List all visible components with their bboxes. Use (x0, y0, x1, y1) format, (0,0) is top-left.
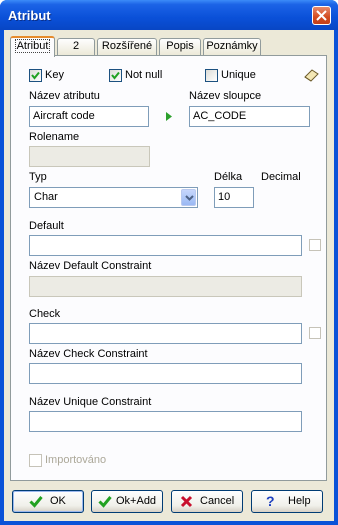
type-select[interactable]: Char (29, 187, 198, 208)
check-input[interactable] (29, 323, 302, 344)
default-side-checkbox[interactable] (309, 239, 321, 251)
check-constraint-label: Název Check Constraint (29, 348, 148, 360)
default-input[interactable] (29, 235, 302, 256)
key-checkbox[interactable] (29, 69, 42, 82)
type-selected-value: Char (34, 191, 58, 203)
tab-popis[interactable]: Popis (159, 38, 201, 55)
close-button[interactable] (312, 6, 331, 25)
help-icon: ? (266, 493, 275, 509)
close-icon (316, 10, 327, 21)
ok-add-button[interactable]: Ok+Add (91, 490, 163, 513)
help-label: Help (288, 495, 311, 507)
title-bar[interactable]: Atribut (0, 0, 338, 30)
unique-constraint-input[interactable] (29, 411, 302, 432)
eraser-icon[interactable] (303, 68, 320, 82)
tab-2[interactable]: 2 (57, 38, 95, 55)
cancel-button[interactable]: Cancel (171, 490, 243, 513)
attr-name-label: Název atributu (29, 90, 100, 102)
imported-label: Importováno (45, 454, 107, 466)
help-button[interactable]: ? Help (251, 490, 323, 513)
checkmark-icon (98, 496, 112, 508)
type-label: Typ (29, 171, 47, 183)
length-label: Délka (214, 171, 243, 183)
default-constraint-label: Název Default Constraint (29, 260, 152, 272)
window-title: Atribut (8, 8, 51, 23)
arrow-right-icon[interactable] (165, 111, 173, 122)
unique-label: Unique (221, 69, 256, 81)
default-label: Default (29, 220, 64, 232)
cross-icon (180, 495, 193, 508)
not-null-label: Not null (125, 69, 163, 81)
checkmark-icon (29, 496, 43, 508)
key-label: Key (45, 69, 64, 81)
dropdown-button[interactable] (181, 189, 196, 206)
check-side-checkbox[interactable] (309, 327, 321, 339)
check-constraint-input[interactable] (29, 363, 302, 384)
default-constraint-input (29, 276, 302, 297)
length-input[interactable]: 10 (214, 187, 254, 208)
check-label: Check (29, 308, 61, 320)
ok-add-label: Ok+Add (116, 495, 157, 507)
ok-label: OK (50, 495, 66, 507)
tab-panel-atribut: Key Not null Unique Název atributu Aircr… (10, 55, 327, 481)
not-null-checkbox[interactable] (109, 69, 122, 82)
dialog-client: Atribut 2 Rozšířené Popis Poznámky Key N… (4, 30, 334, 521)
column-name-label: Název sloupce (189, 90, 262, 102)
dialog-window: Atribut Atribut 2 Rozšířené Popis Poznám… (0, 0, 338, 525)
unique-checkbox[interactable] (205, 69, 218, 82)
unique-constraint-label: Název Unique Constraint (29, 396, 152, 408)
tab-poznamky[interactable]: Poznámky (203, 38, 261, 55)
imported-checkbox (29, 454, 42, 467)
tab-rozsirene[interactable]: Rozšířené (97, 38, 157, 55)
column-name-input[interactable]: AC_CODE (189, 106, 310, 127)
decimal-label: Decimal (261, 171, 301, 183)
rolename-input (29, 146, 150, 167)
rolename-label: Rolename (29, 131, 80, 143)
checkmark-icon (111, 71, 120, 80)
attr-name-input[interactable]: Aircraft code (29, 106, 149, 127)
cancel-label: Cancel (200, 495, 235, 507)
ok-button[interactable]: OK (12, 490, 84, 513)
checkmark-icon (31, 71, 40, 80)
tab-atribut[interactable]: Atribut (10, 36, 55, 57)
chevron-down-icon (185, 195, 194, 201)
